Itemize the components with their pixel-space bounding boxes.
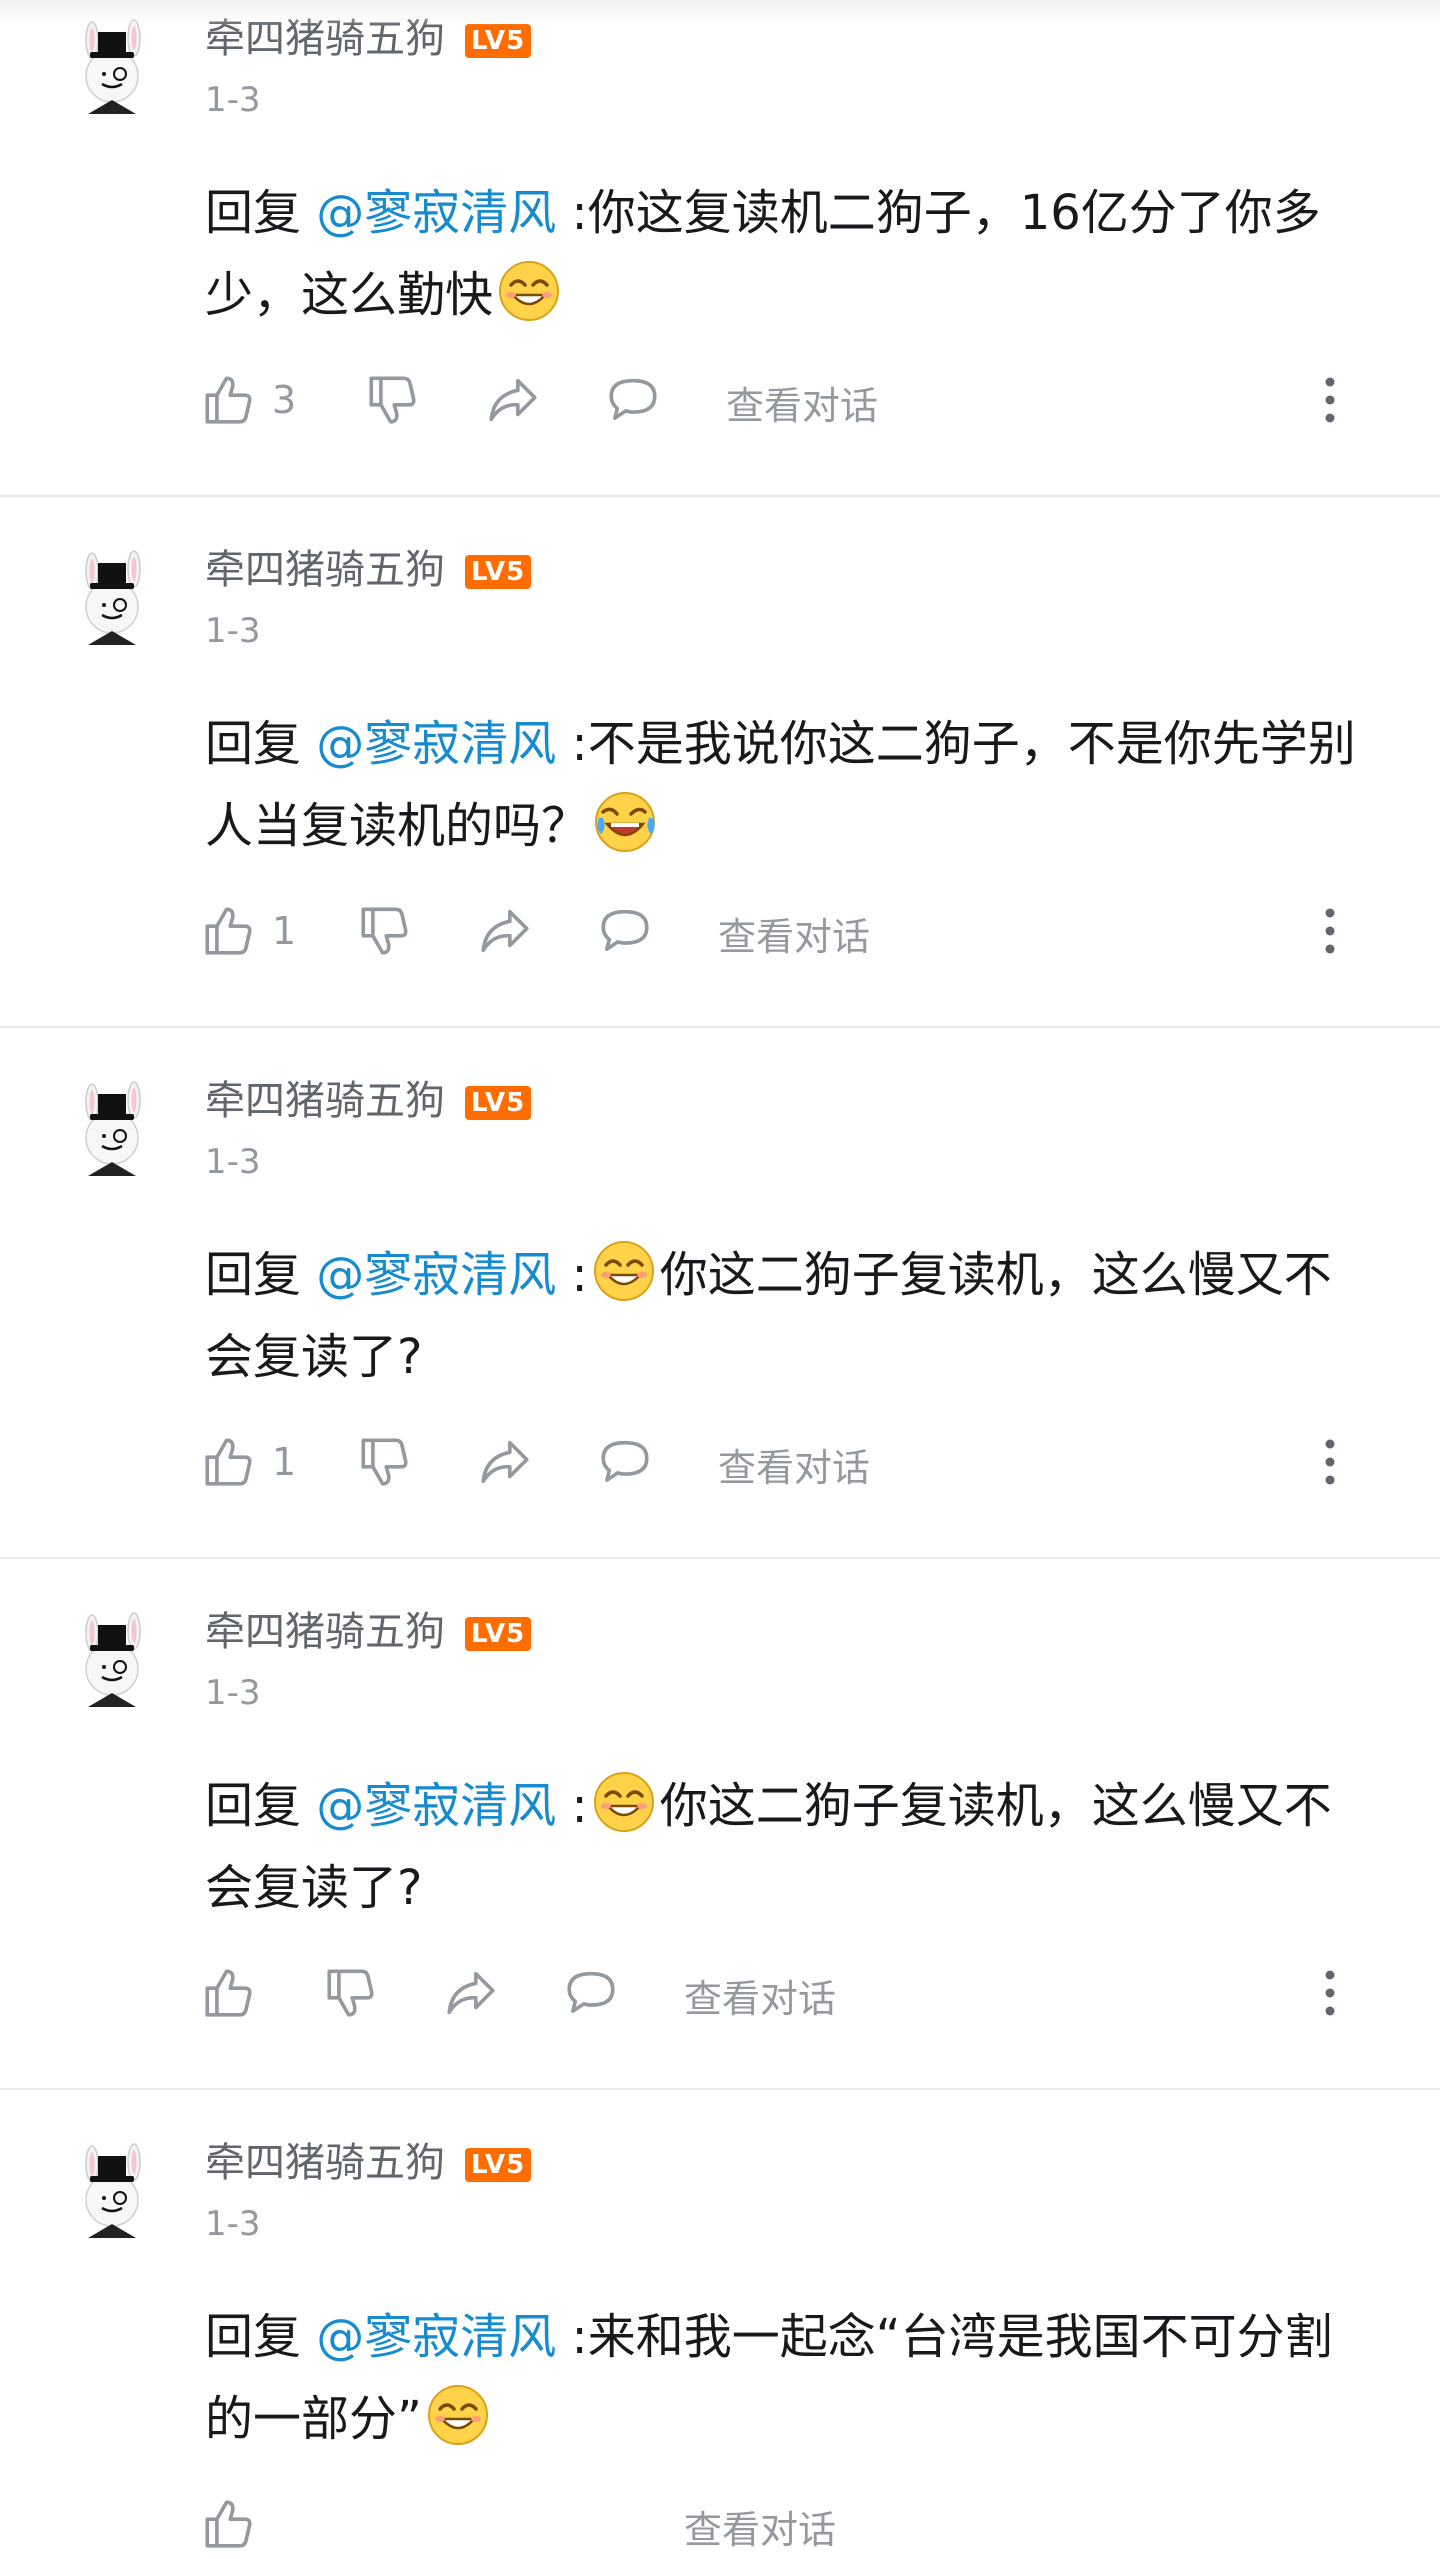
action-bar: 1 查看对话 — [0, 896, 1440, 966]
share-icon — [481, 1440, 529, 1484]
timestamp: 1-3 — [205, 2204, 261, 2244]
more-vertical-icon — [1325, 377, 1335, 423]
comment-icon — [567, 1971, 615, 2013]
like-count: 1 — [272, 909, 297, 953]
dislike-button[interactable] — [322, 1958, 380, 2028]
thumbs-up-icon — [205, 907, 252, 955]
comment-icon — [609, 378, 657, 420]
action-bar: 1 查看对话 — [0, 1427, 1440, 1497]
mention-link[interactable]: @寥寂清风 — [316, 716, 556, 772]
avatar[interactable] — [64, 1611, 164, 1711]
mention-link[interactable]: @寥寂清风 — [316, 1247, 556, 1303]
thumbs-down-icon — [327, 1969, 374, 2017]
level-badge: LV5 — [465, 24, 532, 58]
divider — [0, 1557, 1440, 1559]
mention-link[interactable]: @寥寂清风 — [316, 185, 556, 241]
thumbs-down-icon — [361, 1438, 408, 1486]
rabbit-top-hat-avatar — [85, 1612, 141, 1707]
mention-link[interactable]: @寥寂清风 — [316, 2309, 556, 2365]
view-conversation-link[interactable]: 查看对话 — [726, 375, 878, 430]
grin-emoji — [592, 1239, 656, 1303]
like-count: 3 — [272, 378, 297, 422]
level-badge: LV5 — [465, 555, 532, 589]
thumbs-down-icon — [361, 907, 408, 955]
dislike-button[interactable] — [356, 896, 414, 966]
level-badge: LV5 — [465, 1617, 532, 1651]
comment-text: 回复 @寥寂清风 : 你这二狗子复读机，这么慢又不会复读了? — [205, 1234, 1375, 1398]
more-button[interactable] — [1310, 1427, 1350, 1497]
divider — [0, 495, 1440, 497]
view-conversation-link[interactable]: 查看对话 — [684, 1968, 836, 2023]
timestamp: 1-3 — [205, 611, 261, 651]
thumbs-down-icon — [369, 376, 416, 424]
share-button[interactable] — [476, 1427, 534, 1497]
more-button[interactable] — [1310, 896, 1350, 966]
share-button[interactable] — [476, 896, 534, 966]
timestamp: 1-3 — [205, 1142, 261, 1182]
comment-text: 回复 @寥寂清风 : 你这二狗子复读机，这么慢又不会复读了? — [205, 1765, 1375, 1929]
thumbs-up-icon — [205, 2500, 252, 2548]
rabbit-top-hat-avatar — [85, 19, 141, 114]
timestamp: 1-3 — [205, 80, 261, 120]
share-icon — [481, 909, 529, 953]
thumbs-up-icon — [205, 376, 252, 424]
more-vertical-icon — [1325, 908, 1335, 954]
action-bar: 3 查看对话 — [0, 365, 1440, 435]
top-fade — [0, 0, 1440, 26]
dislike-button[interactable] — [356, 1427, 414, 1497]
divider — [0, 2088, 1440, 2090]
action-bar: 查看对话 — [0, 2489, 1440, 2559]
username[interactable]: 牵四猪骑五狗 LV5 — [205, 1599, 532, 1657]
grin-emoji — [497, 259, 561, 323]
like-button[interactable]: 1 — [200, 1427, 296, 1497]
view-conversation-link[interactable]: 查看对话 — [718, 906, 870, 961]
level-badge: LV5 — [465, 1086, 532, 1120]
share-icon — [447, 1971, 495, 2015]
rabbit-top-hat-avatar — [85, 550, 141, 645]
share-icon — [489, 378, 537, 422]
view-conversation-link[interactable]: 查看对话 — [684, 2499, 836, 2554]
like-button[interactable] — [200, 1958, 272, 2028]
more-button[interactable] — [1310, 365, 1350, 435]
like-button[interactable]: 3 — [200, 365, 296, 435]
grin-emoji — [592, 1770, 656, 1834]
comment-text: 回复 @寥寂清风 :来和我一起念“台湾是我国不可分割的一部分” — [205, 2309, 1333, 2447]
share-button[interactable] — [484, 365, 542, 435]
like-button[interactable]: 1 — [200, 896, 296, 966]
rabbit-top-hat-avatar — [85, 1081, 141, 1176]
avatar[interactable] — [64, 2142, 164, 2242]
comment-text: 回复 @寥寂清风 :你这复读机二狗子，16亿分了你多少，这么勤快 — [205, 185, 1321, 323]
divider — [0, 1026, 1440, 1028]
view-conversation-link[interactable]: 查看对话 — [718, 1437, 870, 1492]
thumbs-up-icon — [205, 1438, 252, 1486]
username[interactable]: 牵四猪骑五狗 LV5 — [205, 2130, 532, 2188]
rabbit-top-hat-avatar — [85, 2143, 141, 2238]
reply-button[interactable] — [596, 896, 654, 966]
like-button[interactable] — [200, 2489, 272, 2559]
username[interactable]: 牵四猪骑五狗 LV5 — [205, 1068, 532, 1126]
comment-icon — [601, 909, 649, 951]
like-count: 1 — [272, 1440, 297, 1484]
level-badge: LV5 — [465, 2148, 532, 2182]
more-vertical-icon — [1325, 1970, 1335, 2016]
action-bar: 查看对话 — [0, 1958, 1440, 2028]
grin-emoji — [426, 2383, 490, 2447]
dislike-button[interactable] — [364, 365, 422, 435]
more-button[interactable] — [1310, 1958, 1350, 2028]
more-vertical-icon — [1325, 1439, 1335, 1485]
username[interactable]: 牵四猪骑五狗 LV5 — [205, 537, 532, 595]
laugh-cry-emoji — [593, 790, 657, 854]
avatar[interactable] — [64, 1080, 164, 1180]
timestamp: 1-3 — [205, 1673, 261, 1713]
share-button[interactable] — [442, 1958, 500, 2028]
thumbs-up-icon — [205, 1969, 252, 2017]
mention-link[interactable]: @寥寂清风 — [316, 1778, 556, 1834]
reply-button[interactable] — [596, 1427, 654, 1497]
comment-text: 回复 @寥寂清风 :不是我说你这二狗子，不是你先学别人当复读机的吗？ — [205, 716, 1356, 854]
comment-icon — [601, 1440, 649, 1482]
reply-button[interactable] — [562, 1958, 620, 2028]
avatar[interactable] — [64, 549, 164, 649]
avatar[interactable] — [64, 18, 164, 118]
reply-button[interactable] — [604, 365, 662, 435]
